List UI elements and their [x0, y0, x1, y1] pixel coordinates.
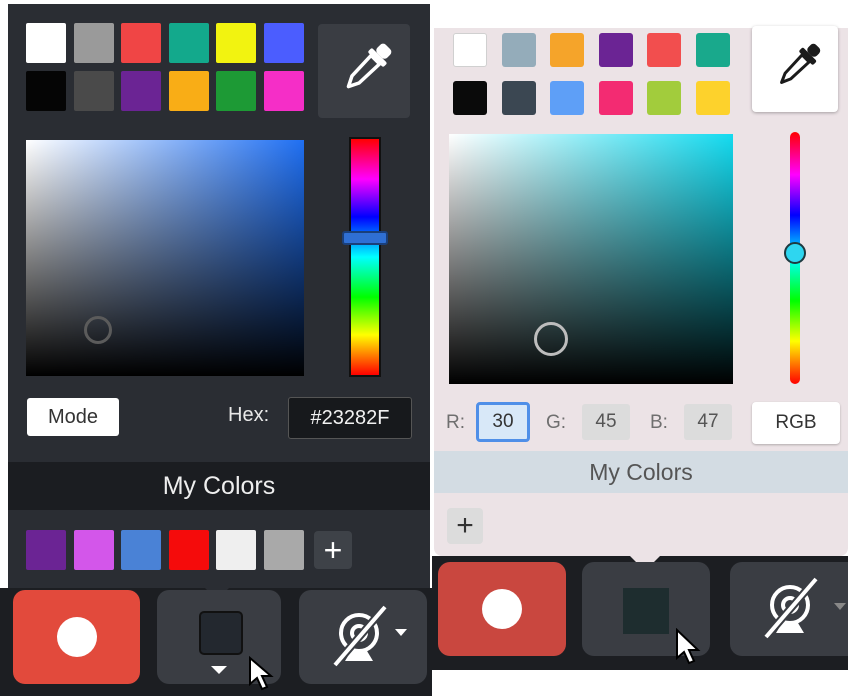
dark-my-color-swatch[interactable] [216, 530, 257, 570]
dark-saturation-value-area[interactable] [26, 140, 304, 376]
dark-my-color-swatch[interactable] [264, 530, 304, 570]
hex-label: Hex: [228, 404, 270, 426]
b-input[interactable]: 47 [684, 404, 732, 440]
cursor-icon [249, 656, 274, 691]
light-my-colors-title: My Colors [589, 458, 693, 485]
light-swatch[interactable] [598, 81, 633, 115]
light-my-colors-header: My Colors [434, 451, 848, 493]
light-hue-handle[interactable] [784, 241, 806, 264]
light-saturation-value-area[interactable] [449, 134, 733, 384]
dark-eyedropper-button[interactable] [318, 24, 410, 118]
dark-webcam-button[interactable] [299, 590, 427, 684]
dark-sv-cursor[interactable] [84, 316, 112, 344]
record-icon [482, 589, 522, 629]
r-value: 30 [492, 411, 514, 432]
light-add-label: + [456, 509, 474, 542]
g-input[interactable]: 45 [582, 404, 630, 440]
light-swatch[interactable] [695, 33, 730, 67]
light-record-button[interactable] [438, 562, 566, 656]
light-swatch[interactable] [695, 81, 730, 115]
dark-swatch[interactable] [216, 71, 256, 111]
cursor-icon [676, 628, 701, 665]
mode-label: Mode [47, 405, 99, 428]
light-swatch[interactable] [453, 81, 487, 115]
light-swatch[interactable] [550, 81, 584, 115]
record-icon [57, 617, 97, 657]
dark-swatch[interactable] [73, 23, 114, 63]
dark-hue-handle[interactable] [342, 230, 388, 245]
light-eyedropper-button[interactable] [752, 26, 838, 112]
dark-my-color-swatch[interactable] [168, 530, 209, 570]
color-swatch-icon [199, 611, 243, 655]
dark-swatch[interactable] [263, 23, 304, 63]
light-swatch[interactable] [550, 33, 584, 67]
light-add-color-button[interactable]: + [447, 508, 483, 544]
dark-swatch[interactable] [216, 23, 256, 63]
light-swatch[interactable] [598, 33, 633, 67]
rgb-mode-button[interactable]: RGB [752, 402, 840, 444]
color-swatch-icon [623, 588, 669, 634]
eyedropper-icon [346, 43, 392, 89]
chevron-down-icon [211, 666, 227, 674]
dark-swatch[interactable] [168, 71, 209, 111]
r-input[interactable]: 30 [476, 402, 530, 442]
dark-my-color-swatch[interactable] [73, 530, 114, 570]
dark-hue-slider[interactable] [349, 137, 381, 377]
dark-record-button[interactable] [13, 590, 140, 684]
dark-add-color-button[interactable]: + [314, 531, 352, 569]
light-swatch[interactable] [501, 81, 536, 115]
rgb-label: RGB [775, 412, 817, 433]
dark-my-colors-title: My Colors [162, 471, 276, 500]
g-value: 45 [595, 411, 617, 432]
webcam-off-icon [762, 576, 846, 640]
light-swatch[interactable] [501, 33, 536, 67]
b-value: 47 [697, 411, 719, 432]
dark-swatch[interactable] [26, 71, 66, 111]
light-webcam-button[interactable] [730, 562, 848, 656]
g-label: G: [546, 412, 567, 433]
b-label: B: [650, 412, 668, 433]
light-swatch[interactable] [453, 33, 487, 67]
webcam-off-icon [331, 604, 407, 668]
dark-swatch[interactable] [121, 71, 161, 111]
eyedropper-icon [780, 43, 821, 84]
light-sv-cursor[interactable] [534, 322, 568, 356]
dark-swatch[interactable] [121, 23, 161, 63]
dark-swatch[interactable] [263, 71, 304, 111]
dark-swatch[interactable] [26, 23, 66, 63]
light-swatch[interactable] [647, 81, 681, 115]
dark-my-colors-header: My Colors [8, 462, 430, 510]
r-label: R: [446, 412, 465, 433]
light-swatch[interactable] [647, 33, 681, 67]
dark-swatch[interactable] [73, 71, 114, 111]
dark-my-color-swatch[interactable] [121, 530, 162, 570]
mode-button[interactable]: Mode [27, 398, 119, 436]
dark-my-color-swatch[interactable] [26, 530, 66, 570]
dark-swatch[interactable] [168, 23, 209, 63]
dark-add-label: + [323, 532, 343, 568]
hex-value: #23282F [310, 406, 390, 429]
hex-input[interactable]: #23282F [288, 397, 412, 439]
